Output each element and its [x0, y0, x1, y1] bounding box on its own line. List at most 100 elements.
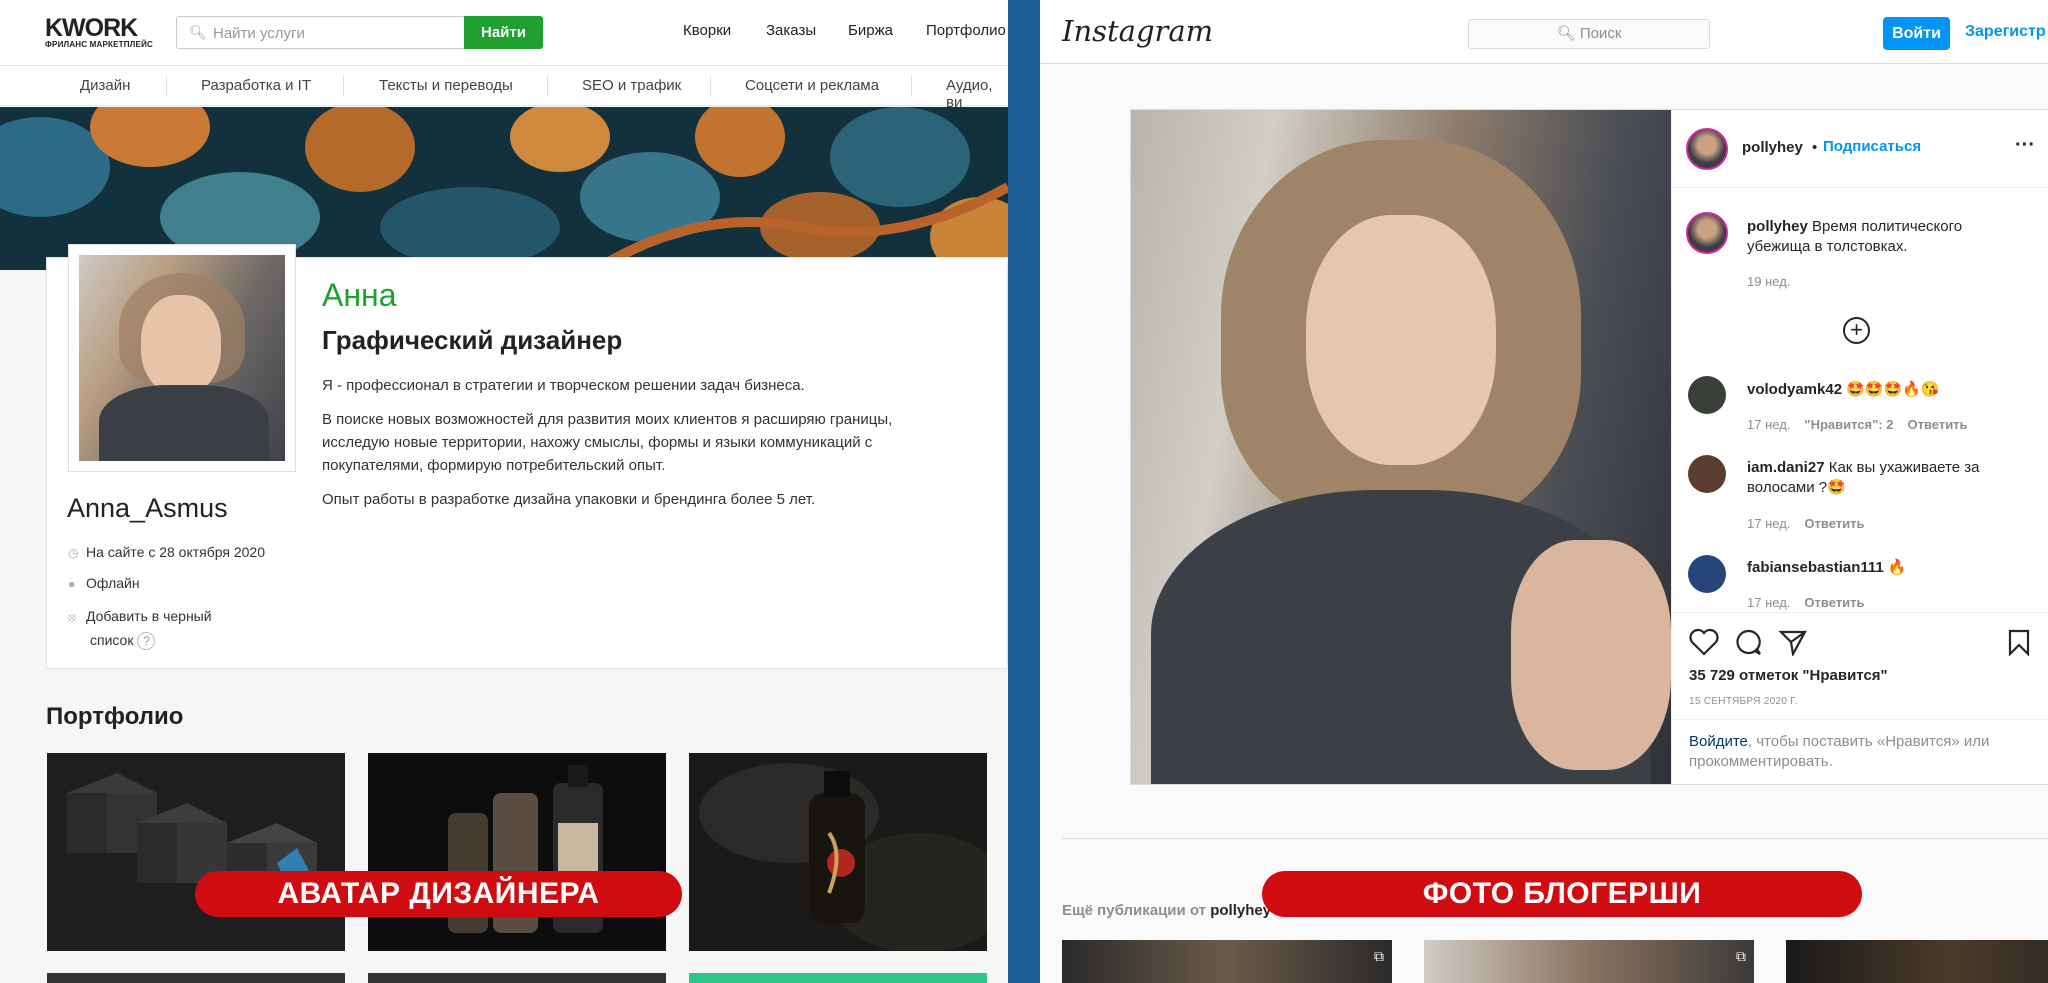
- more-post-thumb[interactable]: [1786, 940, 2048, 983]
- category-divider: [911, 76, 912, 96]
- nav-exchange[interactable]: Биржа: [848, 22, 893, 39]
- login-button[interactable]: Войти: [1883, 17, 1950, 50]
- portfolio-item[interactable]: [368, 973, 666, 983]
- comment-time: 17 нед.: [1747, 417, 1791, 432]
- post-date: 15 СЕНТЯБРЯ 2020 Г.: [1689, 696, 1798, 707]
- portfolio-image-bottle-red: [689, 753, 987, 951]
- bookmark-icon[interactable]: [2006, 628, 2032, 656]
- login-prompt: Войдите, чтобы поставить «Нравится» или …: [1689, 732, 2009, 772]
- portfolio-item[interactable]: [689, 973, 987, 983]
- kwork-logo-subtitle: ФРИЛАНС МАРКЕТПЛЕЙС: [45, 40, 153, 49]
- category-seo[interactable]: SEO и трафик: [582, 77, 681, 94]
- category-bar: Дизайн Разработка и IT Тексты и переводы…: [0, 66, 1008, 111]
- load-more-comments-icon[interactable]: +: [1843, 317, 1870, 344]
- more-posts-username[interactable]: pollyhey: [1210, 902, 1271, 919]
- search-icon: 🔍︎: [1556, 25, 1580, 42]
- kwork-search-button[interactable]: Найти: [464, 16, 543, 49]
- comment-icon[interactable]: [1733, 628, 1763, 656]
- eye-slash-icon: ⦻: [68, 610, 76, 624]
- multi-photo-icon: ⧉: [1736, 948, 1746, 964]
- blacklist-text: Добавить в черный: [86, 608, 212, 624]
- instagram-search-input[interactable]: 🔍︎ Поиск: [1468, 19, 1710, 49]
- comment: volodyamk42 🤩🤩🤩🔥😘: [1747, 380, 1940, 400]
- comment-time: 17 нед.: [1747, 595, 1791, 610]
- bio-paragraph: Опыт работы в разработке дизайна упаковк…: [322, 491, 816, 508]
- kwork-logo-text: KWORK: [45, 14, 138, 42]
- kwork-search-input[interactable]: 🔍︎ Найти услуги: [176, 16, 464, 49]
- follow-button[interactable]: Подписаться: [1823, 138, 1921, 155]
- status-dot-icon: ●: [68, 577, 76, 591]
- category-divider: [166, 76, 167, 96]
- heart-icon[interactable]: [1689, 628, 1719, 656]
- comment-username[interactable]: volodyamk42: [1747, 381, 1842, 398]
- category-social[interactable]: Соцсети и реклама: [745, 77, 879, 94]
- designer-avatar[interactable]: [68, 244, 296, 472]
- comment-time: 17 нед.: [1747, 516, 1791, 531]
- comment-username[interactable]: fabiansebastian111: [1747, 559, 1884, 576]
- caption-time: 19 нед.: [1747, 274, 1791, 289]
- more-post-thumb[interactable]: ⧉: [1062, 940, 1392, 983]
- instagram-header: Instagram 🔍︎ Поиск Войти Зарегистр: [1040, 0, 2048, 64]
- panel-divider: [1672, 187, 2048, 188]
- search-placeholder: Поиск: [1579, 25, 1622, 42]
- screen-divider: [1008, 0, 1040, 983]
- caption-avatar[interactable]: [1686, 212, 1728, 254]
- kwork-logo[interactable]: KWORK ФРИЛАНС МАРКЕТПЛЕЙС: [45, 14, 153, 49]
- instagram-screen: Instagram 🔍︎ Поиск Войти Зарегистр polly…: [1040, 0, 2048, 983]
- help-icon[interactable]: ?: [137, 632, 156, 650]
- profile-role: Графический дизайнер: [322, 325, 623, 355]
- category-dev-it[interactable]: Разработка и IT: [201, 77, 311, 94]
- comment-likes[interactable]: "Нравится": 2: [1804, 417, 1893, 432]
- comment-text: 🔥: [1887, 559, 1907, 576]
- comment-meta: 17 нед. Ответить: [1747, 516, 1864, 531]
- comment-username[interactable]: iam.dani27: [1747, 459, 1825, 476]
- commenter-avatar[interactable]: [1688, 455, 1726, 493]
- portfolio-image-boxes: [47, 753, 345, 951]
- category-design[interactable]: Дизайн: [80, 77, 130, 94]
- login-link[interactable]: Войдите: [1689, 733, 1748, 750]
- clock-icon: ◷: [68, 546, 79, 560]
- comment-text: 🤩🤩🤩🔥😘: [1846, 381, 1940, 398]
- category-audio[interactable]: Аудио, ви: [946, 77, 1008, 111]
- blogger-photo-label: ФОТО БЛОГЕРШИ: [1262, 871, 1862, 917]
- bio-paragraph: Я - профессионал в стратегии и творческо…: [322, 377, 805, 394]
- category-texts[interactable]: Тексты и переводы: [379, 77, 513, 94]
- reply-button[interactable]: Ответить: [1907, 417, 1967, 432]
- separator-dot: •: [1812, 139, 1818, 156]
- more-post-thumb[interactable]: ⧉: [1424, 940, 1754, 983]
- instagram-logo[interactable]: Instagram: [1062, 14, 1213, 48]
- post-caption: pollyhey Время политического убежища в т…: [1747, 217, 2017, 257]
- reply-button[interactable]: Ответить: [1804, 516, 1864, 531]
- author-avatar[interactable]: [1686, 128, 1728, 170]
- portfolio-image-bottles: [368, 753, 666, 951]
- panel-divider: [1672, 612, 2048, 613]
- blacklist-link[interactable]: ⦻ Добавить в черный список?: [68, 605, 212, 652]
- multi-photo-icon: ⧉: [1374, 948, 1384, 964]
- portfolio-item[interactable]: [47, 973, 345, 983]
- commenter-avatar[interactable]: [1688, 555, 1726, 593]
- member-since-text: На сайте с 28 октября 2020: [86, 544, 265, 560]
- comment: iam.dani27 Как вы ухаживаете за волосами…: [1747, 458, 2017, 498]
- author-username[interactable]: pollyhey: [1742, 139, 1803, 156]
- portfolio-item[interactable]: [47, 753, 345, 951]
- comment-meta: 17 нед. Ответить: [1747, 595, 1864, 610]
- more-posts-text: Ещё публикации от: [1062, 902, 1207, 919]
- portfolio-title: Портфолио: [46, 703, 184, 730]
- nav-orders[interactable]: Заказы: [766, 22, 816, 39]
- nav-kworks[interactable]: Кворки: [683, 22, 731, 39]
- commenter-avatar[interactable]: [1688, 376, 1726, 414]
- profile-first-name: Анна: [322, 277, 397, 313]
- blacklist-text-2: список: [90, 632, 134, 648]
- share-icon[interactable]: [1778, 628, 1808, 656]
- signup-link[interactable]: Зарегистр: [1965, 23, 2046, 41]
- caption-username[interactable]: pollyhey: [1747, 218, 1808, 235]
- section-divider: [1062, 838, 2048, 839]
- portfolio-item[interactable]: [368, 753, 666, 951]
- post-photo[interactable]: [1131, 110, 1671, 784]
- portfolio-item[interactable]: [689, 753, 987, 951]
- nav-portfolio[interactable]: Портфолио: [926, 22, 1006, 39]
- likes-count[interactable]: 35 729 отметок "Нравится": [1689, 667, 1888, 684]
- more-options-icon[interactable]: ···: [2015, 134, 2035, 157]
- search-placeholder: Найти услуги: [213, 25, 305, 42]
- reply-button[interactable]: Ответить: [1804, 595, 1864, 610]
